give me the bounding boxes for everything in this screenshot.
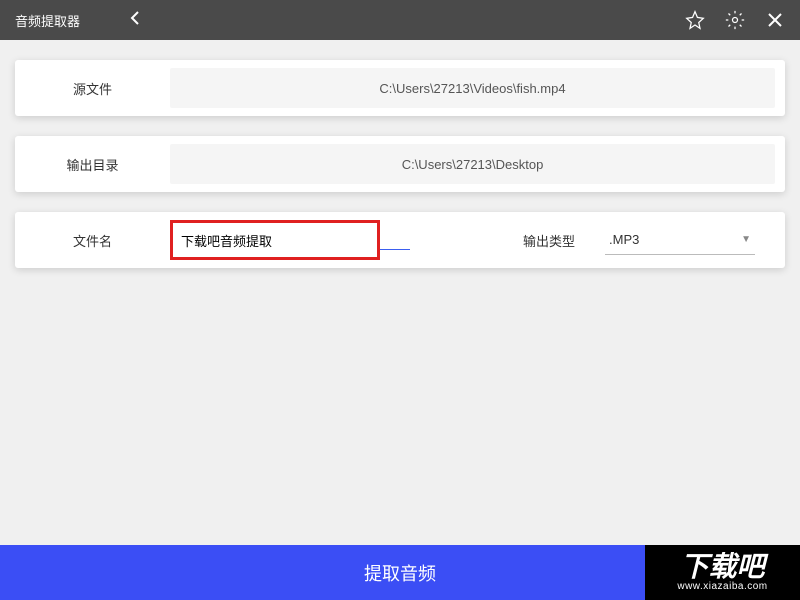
back-icon[interactable] (130, 10, 140, 31)
filename-input[interactable] (181, 233, 369, 248)
output-dir-path[interactable]: C:\Users\27213\Desktop (170, 144, 775, 184)
app-title: 音频提取器 (15, 11, 80, 30)
watermark-url: www.xiazaiba.com (677, 581, 767, 592)
source-file-row: 源文件 C:\Users\27213\Videos\fish.mp4 (15, 60, 785, 116)
gear-icon[interactable] (725, 10, 745, 30)
source-file-label: 源文件 (15, 79, 170, 98)
watermark: 下载吧 www.xiazaiba.com (645, 545, 800, 600)
output-type-label: 输出类型 (523, 231, 575, 250)
output-dir-row: 输出目录 C:\Users\27213\Desktop (15, 136, 785, 192)
output-dir-label: 输出目录 (15, 155, 170, 174)
filename-row: 文件名 输出类型 .MP3 ▼ (15, 212, 785, 268)
filename-label: 文件名 (15, 231, 170, 250)
source-file-path[interactable]: C:\Users\27213\Videos\fish.mp4 (170, 68, 775, 108)
output-type-select[interactable]: .MP3 ▼ (605, 225, 755, 255)
titlebar: 音频提取器 (0, 0, 800, 40)
output-type-value: .MP3 (609, 232, 639, 247)
star-icon[interactable] (685, 10, 705, 30)
close-icon[interactable] (765, 10, 785, 30)
content-area: 源文件 C:\Users\27213\Videos\fish.mp4 输出目录 … (0, 40, 800, 268)
filename-underline (380, 249, 410, 250)
watermark-brand: 下载吧 (680, 553, 764, 581)
filename-highlight (170, 220, 380, 260)
chevron-down-icon: ▼ (741, 234, 751, 245)
